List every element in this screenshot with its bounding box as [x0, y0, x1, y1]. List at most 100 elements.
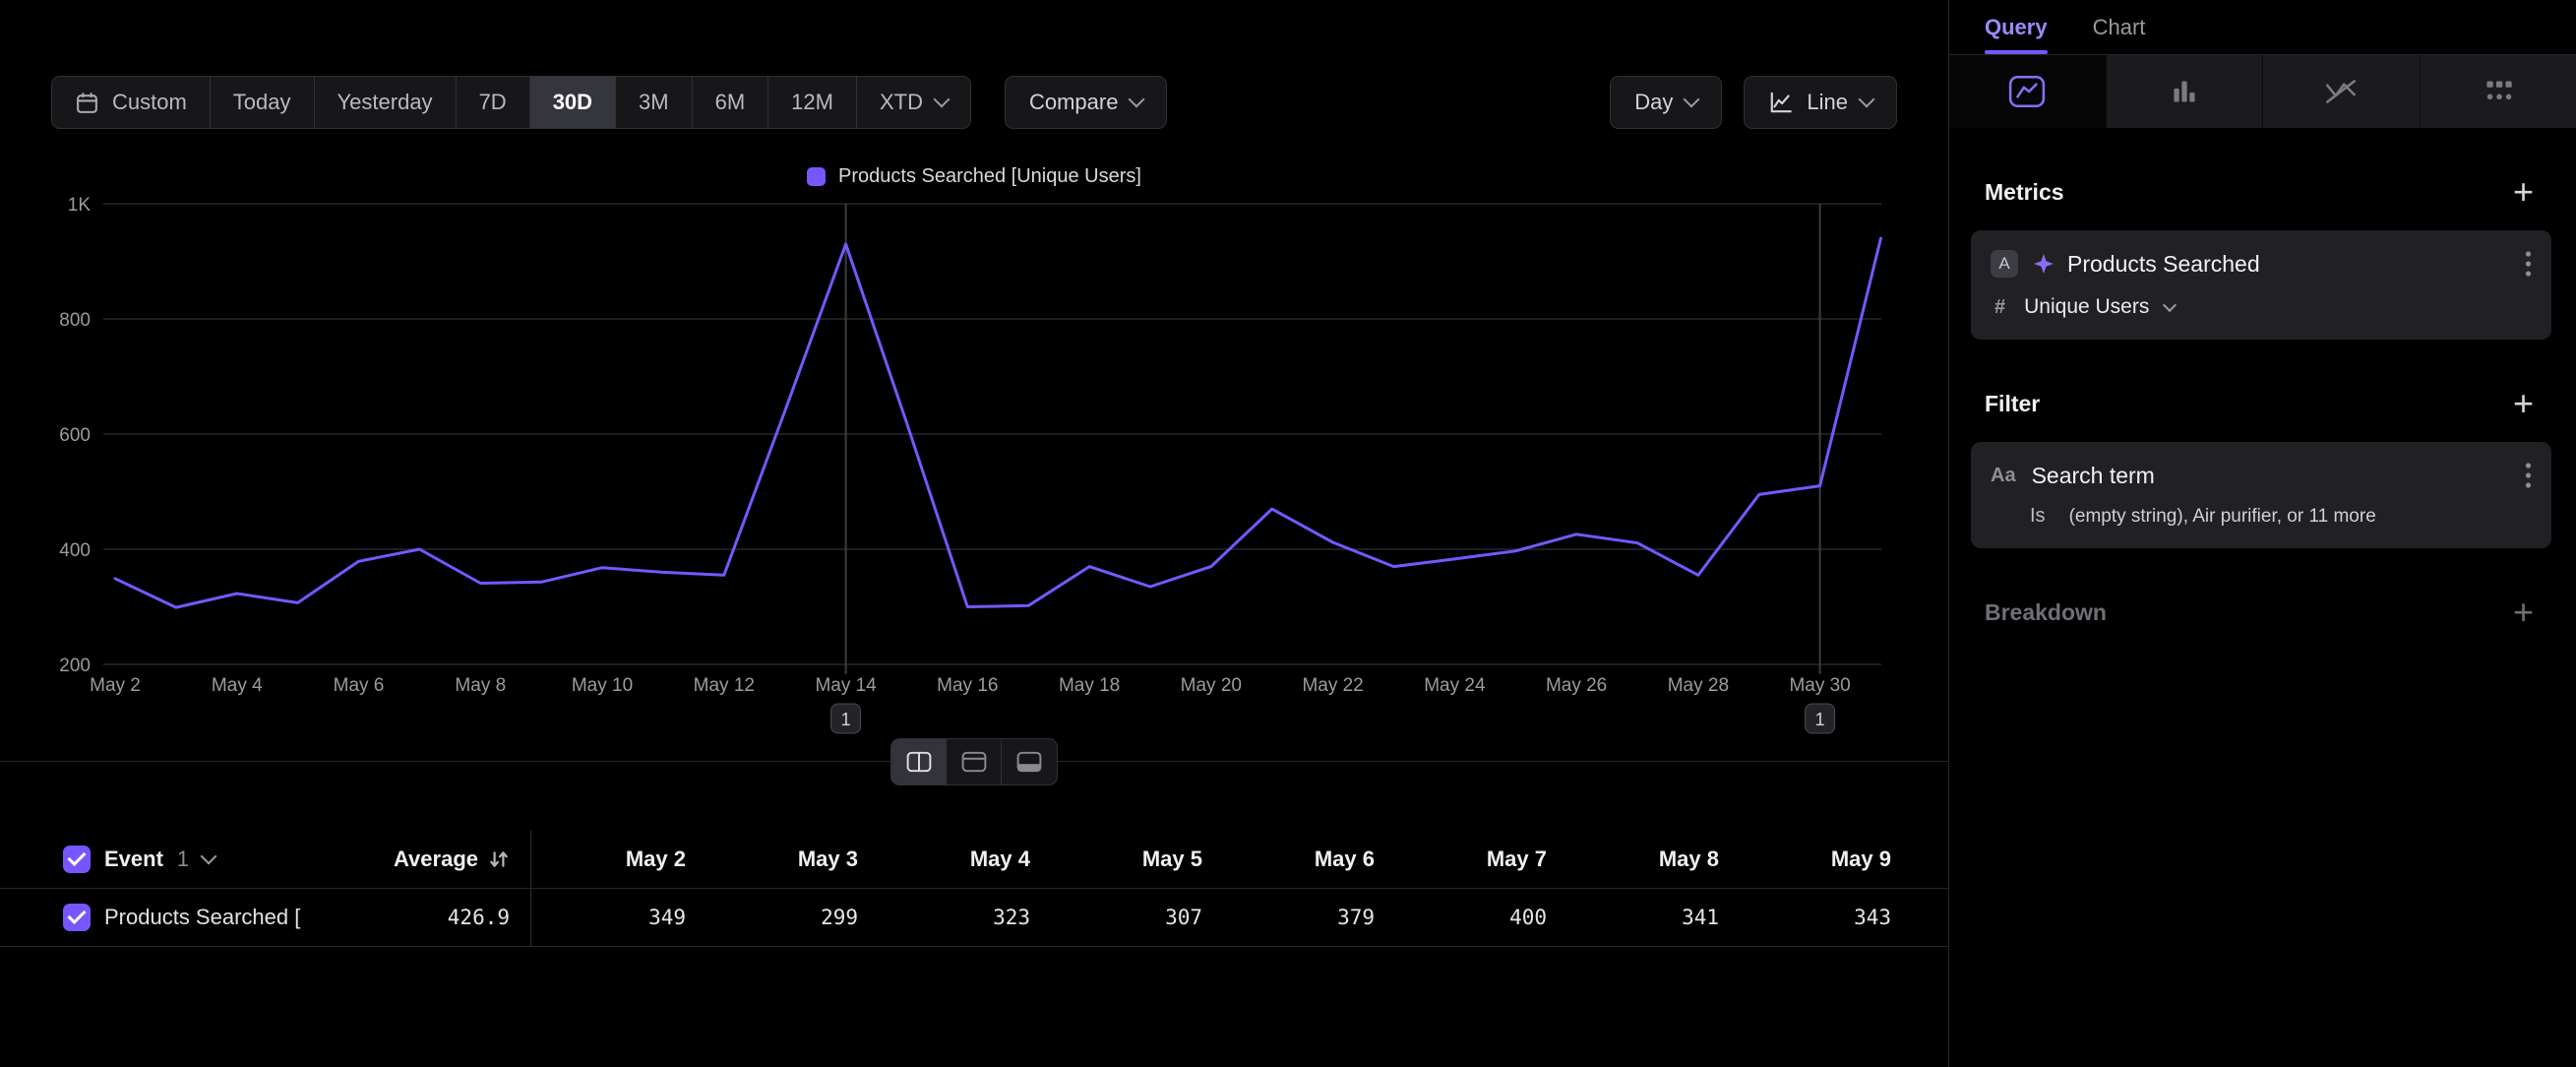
chevron-down-icon: [1684, 91, 1700, 107]
date-column-header[interactable]: May 7: [1392, 847, 1564, 872]
app: Custom Today Yesterday 7D 30D 3M 6M12M XTD Comp…: [0, 0, 2576, 1067]
metrics-section-header: Metrics +: [1985, 177, 2534, 207]
svg-text:May 30: May 30: [1789, 675, 1850, 696]
svg-text:May 22: May 22: [1302, 675, 1363, 696]
compare-button[interactable]: Compare: [1005, 76, 1167, 129]
aggregation-selector[interactable]: # Unique Users: [1991, 295, 2532, 319]
filter-operator: Is: [2030, 505, 2046, 528]
range-button-6m[interactable]: 6M: [693, 77, 769, 128]
range-button-30d[interactable]: 30D: [530, 77, 616, 128]
kebab-menu-icon[interactable]: [2525, 249, 2532, 279]
stacked-line-tab-icon: [2322, 75, 2360, 108]
event-header-label: Event: [104, 847, 163, 872]
date-header-cols: May 2May 3May 4May 5May 6May 7May 8May 9: [530, 831, 1909, 888]
svg-text:May 16: May 16: [937, 675, 998, 696]
table-row-left: Products Searched [Un... 426.9: [0, 889, 530, 946]
metric-card[interactable]: A Products Searched # Unique Users: [1971, 230, 2551, 340]
row-event-cell[interactable]: Products Searched [Un...: [0, 904, 302, 931]
sparkle-icon: [2033, 253, 2055, 275]
range-button-label: Yesterday: [337, 90, 433, 115]
text-property-icon: Aa: [1991, 465, 2016, 487]
range-button-3m[interactable]: 3M: [616, 77, 693, 128]
filter-value: (empty string), Air purifier, or 11 more: [2069, 506, 2376, 528]
chart-type-grid-tab[interactable]: [2421, 55, 2576, 128]
svg-text:May 24: May 24: [1424, 675, 1486, 696]
range-button-yesterday[interactable]: Yesterday: [315, 77, 457, 128]
chart-type-line-tab[interactable]: [1949, 55, 2107, 128]
layout-table-only-button[interactable]: [1002, 739, 1057, 785]
tab-chart[interactable]: Chart: [2093, 0, 2146, 54]
sort-icon[interactable]: [488, 848, 510, 870]
svg-text:May 26: May 26: [1546, 675, 1607, 696]
range-button-label: 7D: [479, 90, 507, 115]
layout-chart-only-button[interactable]: [947, 739, 1002, 785]
kebab-menu-icon[interactable]: [2525, 461, 2532, 490]
date-column-header[interactable]: May 2: [531, 847, 704, 872]
range-button-label: 3M: [639, 90, 669, 115]
table-value-cell: 400: [1392, 906, 1564, 929]
toolbar: Custom Today Yesterday 7D 30D 3M 6M12M XTD Comp…: [51, 76, 1897, 129]
range-button-today[interactable]: Today: [211, 77, 315, 128]
tab-query[interactable]: Query: [1985, 0, 2048, 54]
metric-card-row: A Products Searched: [1991, 249, 2532, 279]
range-button-xtd[interactable]: XTD: [857, 77, 970, 128]
range-button-7d[interactable]: 7D: [457, 77, 530, 128]
average-header-cell[interactable]: Average: [302, 847, 530, 872]
table-row[interactable]: Products Searched [Un... 426.9 349299323…: [0, 889, 1948, 947]
calendar-icon: [75, 91, 99, 115]
row-average-value: 426.9: [448, 906, 510, 929]
granularity-button[interactable]: Day: [1610, 76, 1722, 129]
table-header-left: Event 1 Average: [0, 831, 530, 888]
range-button-12m[interactable]: 12M: [768, 77, 857, 128]
svg-text:400: 400: [59, 540, 91, 561]
event-header-cell[interactable]: Event 1: [0, 846, 302, 873]
chevron-down-icon: [2163, 298, 2177, 312]
legend-swatch: [807, 167, 826, 186]
add-metric-button[interactable]: +: [2513, 177, 2534, 207]
event-checkbox[interactable]: [63, 846, 91, 873]
date-column-header[interactable]: May 8: [1564, 847, 1737, 872]
metrics-title: Metrics: [1985, 179, 2064, 206]
svg-text:May 12: May 12: [694, 675, 755, 696]
line-chart[interactable]: 2004006008001KMay 2May 4May 6May 8May 10…: [0, 197, 1948, 748]
chart-type-bar-tab[interactable]: [2107, 55, 2264, 128]
annotation-badge[interactable]: 1: [831, 704, 861, 733]
range-button-custom[interactable]: Custom: [52, 77, 211, 128]
svg-text:May 18: May 18: [1059, 675, 1120, 696]
filter-card-row: Aa Search term: [1991, 461, 2532, 490]
date-column-header[interactable]: May 6: [1220, 847, 1392, 872]
chart-only-icon: [961, 751, 987, 773]
svg-text:1: 1: [1815, 710, 1825, 729]
svg-text:May 10: May 10: [572, 675, 633, 696]
row-checkbox[interactable]: [63, 904, 91, 931]
date-column-header[interactable]: May 3: [704, 847, 876, 872]
filter-card[interactable]: Aa Search term Is (empty string), Air pu…: [1971, 442, 2551, 548]
layout-split-view-button[interactable]: [891, 739, 947, 785]
svg-text:800: 800: [59, 310, 91, 331]
chart-legend[interactable]: Products Searched [Unique Users]: [0, 165, 1948, 188]
table-value-cell: 341: [1564, 906, 1737, 929]
annotation-badge[interactable]: 1: [1806, 704, 1835, 733]
svg-text:May 4: May 4: [212, 675, 263, 696]
grid-metric-tab-icon: [2480, 75, 2517, 108]
row-average-cell: 426.9: [302, 906, 530, 929]
chart-type-button[interactable]: Line: [1744, 76, 1897, 129]
metric-name: Products Searched: [2067, 251, 2260, 278]
date-column-header[interactable]: May 4: [876, 847, 1048, 872]
date-column-header[interactable]: May 9: [1737, 847, 1909, 872]
line-chart-tab-icon: [2008, 75, 2046, 108]
query-sidebar: Query Chart Metrics + A: [1949, 0, 2576, 1067]
table-value-cell: 307: [1048, 906, 1220, 929]
add-filter-button[interactable]: +: [2513, 389, 2534, 418]
date-column-header[interactable]: May 5: [1048, 847, 1220, 872]
chart-type-stacked-tab[interactable]: [2263, 55, 2421, 128]
add-breakdown-button[interactable]: +: [2513, 597, 2534, 627]
line-chart-canvas[interactable]: 2004006008001KMay 2May 4May 6May 8May 10…: [0, 197, 1948, 748]
date-value-cols: 349299323307379400341343: [530, 889, 1909, 946]
filter-condition[interactable]: Is (empty string), Air purifier, or 11 m…: [1991, 505, 2532, 528]
table-header-row: Event 1 Average May 2May 3May 4May 5May …: [0, 831, 1948, 889]
range-button-label: Custom: [112, 90, 187, 115]
chart-type-tabs: [1949, 55, 2576, 128]
svg-text:200: 200: [59, 656, 91, 676]
range-button-label: XTD: [880, 90, 923, 115]
